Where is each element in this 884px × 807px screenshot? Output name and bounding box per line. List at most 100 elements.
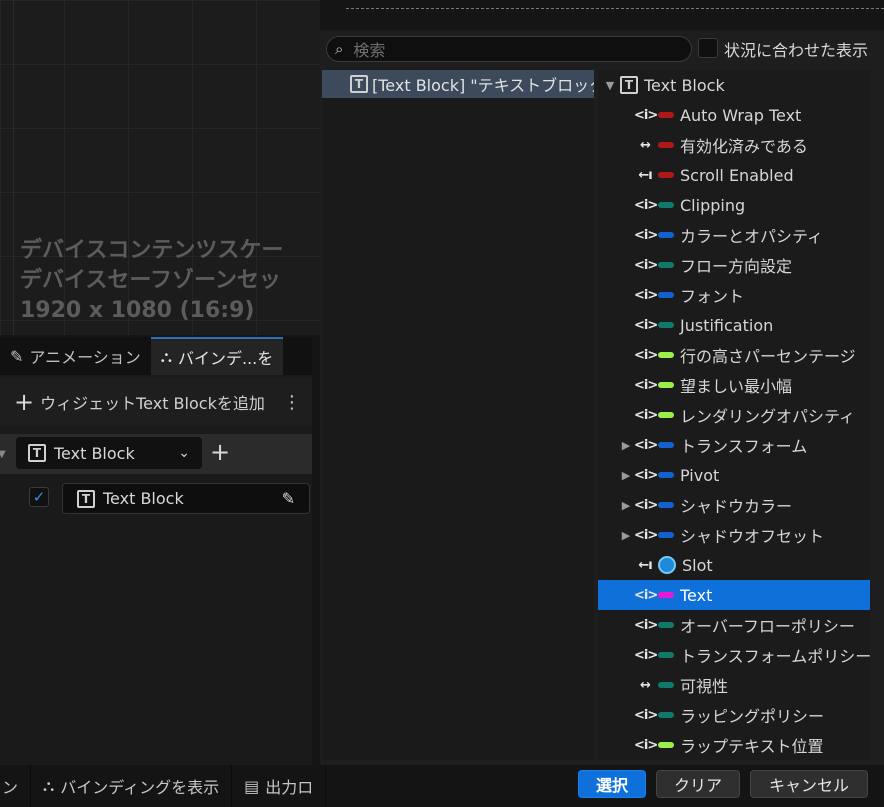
show-bindings-tab[interactable]: ⛬ バインディングを表示 bbox=[31, 765, 233, 807]
property-row-label: Slot bbox=[682, 555, 713, 575]
canvas-info: デバイスコンテンツスケー デバイスセーフゾーンセッ 1920 x 1080 (1… bbox=[20, 236, 283, 326]
property-row[interactable]: <i> Justification bbox=[598, 310, 870, 340]
bottom-tab-label: ン bbox=[2, 778, 19, 797]
property-row[interactable]: <i> ラップテキスト位置 bbox=[598, 730, 870, 760]
type-pill-icon bbox=[658, 382, 674, 388]
property-row[interactable]: <i> 行の高さパーセンテージ bbox=[598, 340, 870, 370]
type-pill-icon bbox=[658, 472, 674, 478]
binding-direction-icon: <i> bbox=[634, 197, 658, 213]
type-pill-icon bbox=[658, 682, 674, 688]
property-row[interactable]: <i> 望ましい最小幅 bbox=[598, 370, 870, 400]
property-row-label: シャドウオフセット bbox=[680, 527, 825, 546]
vertical-ruler bbox=[0, 0, 14, 335]
property-row[interactable]: <i> オーバーフローポリシー bbox=[598, 610, 870, 640]
add-widget-row: + ウィジェットText Blockを追加 ⋮ bbox=[0, 378, 312, 426]
property-row[interactable]: ▶ <i> Pivot bbox=[598, 460, 870, 490]
property-row-label: フォント bbox=[680, 287, 745, 306]
property-row[interactable]: ↔ 有効化済みである bbox=[598, 130, 870, 160]
binding-icon: ⛬ bbox=[43, 776, 55, 795]
property-row[interactable]: <i> トランスフォームポリシー bbox=[598, 640, 870, 670]
more-options-icon[interactable]: ⋮ bbox=[283, 392, 301, 413]
property-row[interactable]: <i> ラッピングポリシー bbox=[598, 700, 870, 730]
property-row[interactable]: ▶ <i> トランスフォーム bbox=[598, 430, 870, 460]
property-row-label: フロー方向設定 bbox=[680, 257, 793, 276]
designer-canvas[interactable]: デバイスコンテンツスケー デバイスセーフゾーンセッ 1920 x 1080 (1… bbox=[0, 0, 320, 335]
property-row[interactable]: ▶ <i> シャドウオフセット bbox=[598, 520, 870, 550]
expand-arrow-icon[interactable]: ▶ bbox=[618, 469, 634, 482]
collapse-arrow-icon[interactable]: ▼ bbox=[0, 449, 6, 460]
binding-direction-icon: <i> bbox=[634, 377, 658, 393]
search-input[interactable]: ⌕ 検索 bbox=[326, 36, 692, 62]
property-row[interactable]: <i> カラーとオパシティ bbox=[598, 220, 870, 250]
bottom-tab-label: バインディングを表示 bbox=[60, 778, 220, 797]
property-row[interactable]: <i> Text bbox=[598, 580, 870, 610]
edit-pencil-icon[interactable]: ✎ bbox=[282, 489, 295, 508]
add-widget-button[interactable]: ウィジェットText Blockを追加 bbox=[40, 390, 265, 414]
cancel-button[interactable]: キャンセル bbox=[750, 770, 868, 798]
log-icon: ▤ bbox=[244, 776, 260, 796]
type-pill-icon bbox=[658, 712, 674, 718]
search-icon: ⌕ bbox=[335, 40, 344, 58]
property-row[interactable]: <i> Clipping bbox=[598, 190, 870, 220]
widget-combo[interactable]: T Text Block ⌄ bbox=[16, 437, 202, 469]
property-row[interactable]: ←ı Slot bbox=[598, 550, 870, 580]
type-pill-icon bbox=[658, 532, 674, 538]
property-row-label: トランスフォーム bbox=[680, 437, 808, 456]
binding-target-field[interactable]: T Text Block ✎ bbox=[62, 483, 310, 514]
bottom-tab-partial[interactable]: ン bbox=[0, 765, 32, 807]
binding-direction-icon: <i> bbox=[634, 107, 658, 123]
clear-button[interactable]: クリア bbox=[656, 770, 740, 798]
output-log-tab[interactable]: ▤ 出力ロ bbox=[232, 765, 327, 807]
search-placeholder: 検索 bbox=[353, 41, 386, 60]
plus-icon[interactable]: + bbox=[14, 388, 34, 416]
binding-direction-icon: <i> bbox=[634, 317, 658, 333]
property-row[interactable]: <i> フロー方向設定 bbox=[598, 250, 870, 280]
property-row-label: Pivot bbox=[680, 465, 720, 485]
tab-label: アニメーション bbox=[29, 348, 141, 367]
tab-bindings[interactable]: ⛬ バインデ...を bbox=[150, 337, 284, 375]
property-row-label: 可視性 bbox=[680, 677, 729, 696]
binding-direction-icon: <i> bbox=[634, 707, 658, 723]
property-row-label: Text bbox=[680, 585, 713, 605]
binding-direction-icon: <i> bbox=[634, 497, 658, 513]
property-row-label: Clipping bbox=[680, 195, 746, 215]
binding-direction-icon: ↔ bbox=[640, 677, 651, 693]
text-block-icon: T bbox=[620, 76, 638, 94]
property-row-label: ラッピングポリシー bbox=[680, 707, 825, 726]
binding-direction-icon: <i> bbox=[634, 587, 658, 603]
property-row[interactable]: <i> フォント bbox=[598, 280, 870, 310]
type-pill-icon bbox=[658, 412, 674, 418]
binding-direction-icon: <i> bbox=[634, 437, 658, 453]
property-row[interactable]: ↔ 可視性 bbox=[598, 670, 870, 700]
type-pill-icon bbox=[658, 442, 674, 448]
binding-direction-icon: ←ı bbox=[638, 167, 652, 183]
binding-enabled-checkbox[interactable]: ✓ bbox=[29, 487, 49, 507]
binding-direction-icon: <i> bbox=[634, 287, 658, 303]
expand-arrow-icon[interactable]: ▼ bbox=[602, 79, 618, 92]
type-pill-icon bbox=[658, 292, 674, 298]
select-button[interactable]: 選択 bbox=[578, 770, 646, 798]
expand-arrow-icon[interactable]: ▶ bbox=[618, 499, 634, 512]
binding-icon: ⛬ bbox=[160, 347, 172, 366]
type-pill-icon bbox=[658, 112, 674, 118]
tab-animation[interactable]: ✎ アニメーション bbox=[0, 337, 151, 375]
expand-arrow-icon[interactable]: ▶ bbox=[618, 529, 634, 542]
binding-direction-icon: ↔ bbox=[640, 137, 651, 153]
expand-arrow-icon[interactable]: ▶ bbox=[618, 439, 634, 452]
property-row[interactable]: ▶ <i> シャドウカラー bbox=[598, 490, 870, 520]
add-binding-plus-icon[interactable]: + bbox=[210, 438, 230, 466]
context-sensitive-checkbox[interactable] bbox=[698, 38, 718, 58]
type-pill-icon bbox=[658, 652, 674, 658]
property-row[interactable]: ←ı Scroll Enabled bbox=[598, 160, 870, 190]
property-row-label: Scroll Enabled bbox=[680, 165, 794, 185]
binding-direction-icon: <i> bbox=[634, 647, 658, 663]
binding-direction-icon: <i> bbox=[634, 527, 658, 543]
type-pill-icon bbox=[658, 172, 674, 178]
widget-list-item[interactable]: T [Text Block] "テキストブロック bbox=[322, 70, 594, 98]
property-row[interactable]: <i> レンダリングオパシティ bbox=[598, 400, 870, 430]
binding-direction-icon: <i> bbox=[634, 257, 658, 273]
tree-root[interactable]: ▼ T Text Block bbox=[598, 70, 870, 100]
chevron-down-icon: ⌄ bbox=[178, 445, 190, 461]
binding-direction-icon: <i> bbox=[634, 347, 658, 363]
property-row[interactable]: <i> Auto Wrap Text bbox=[598, 100, 870, 130]
